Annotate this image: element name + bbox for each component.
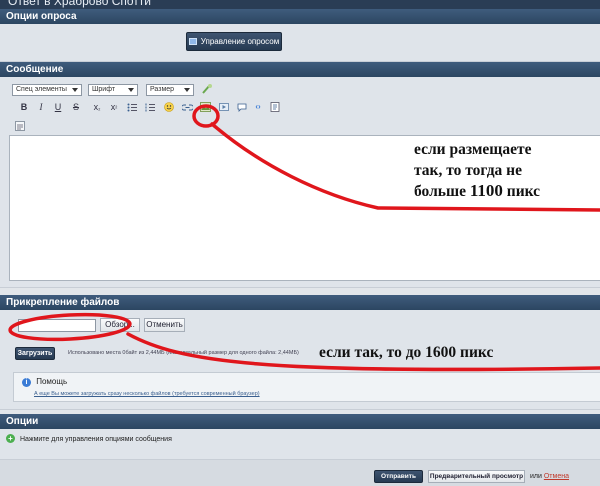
- annotation-overlay: [8, 104, 600, 372]
- upload-field-circle: [8, 312, 132, 342]
- toolbar-image-circle: [192, 104, 220, 128]
- editor-arrow-line: [210, 122, 600, 212]
- upload-arrow-line: [126, 332, 600, 372]
